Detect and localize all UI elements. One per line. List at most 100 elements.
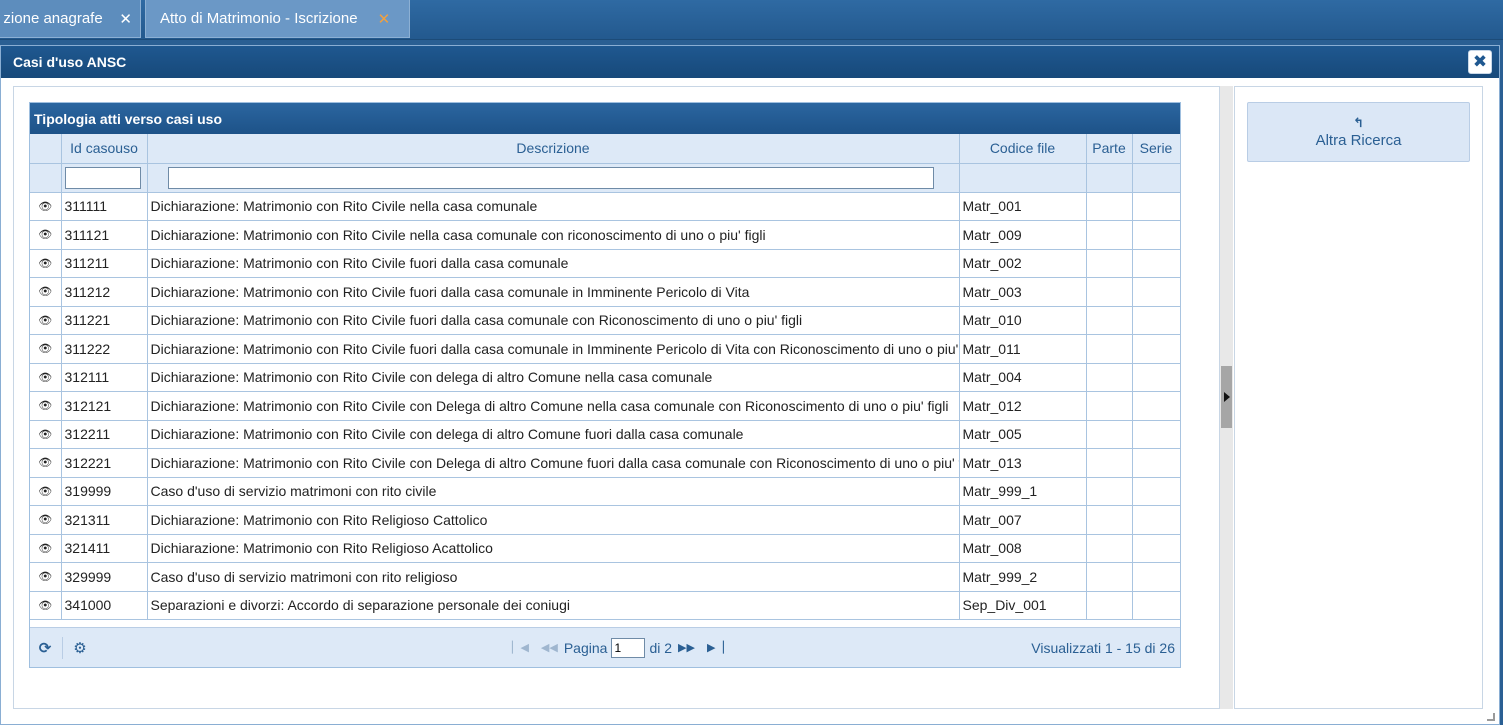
cell-id: 341000	[61, 591, 148, 620]
altra-ricerca-button[interactable]: ↰ Altra Ricerca	[1247, 102, 1470, 162]
view-eye-icon[interactable]: 👁	[30, 420, 62, 449]
cell-parte	[1086, 249, 1133, 278]
cell-descrizione: Dichiarazione: Matrimonio con Rito Civil…	[147, 249, 960, 278]
table-row[interactable]: 👁 311111 Dichiarazione: Matrimonio con Rit…	[30, 192, 1181, 221]
table-row[interactable]: 👁 312111 Dichiarazione: Matrimonio con Rit…	[30, 363, 1181, 392]
column-header-serie[interactable]: Serie	[1132, 134, 1181, 164]
view-eye-icon[interactable]: 👁	[30, 220, 62, 250]
cell-parte	[1086, 534, 1133, 563]
column-header-codice-file[interactable]: Codice file	[959, 134, 1087, 164]
cell-codice-file: Matr_007	[959, 505, 1087, 535]
cell-codice-file: Matr_001	[959, 192, 1087, 221]
splitter-toggle-icon[interactable]	[1221, 366, 1232, 428]
close-icon[interactable]: ✕	[378, 10, 391, 28]
cell-id: 319999	[61, 477, 148, 506]
cell-parte	[1086, 220, 1133, 250]
table-row[interactable]: 👁 312211 Dichiarazione: Matrimonio con Rit…	[30, 420, 1181, 449]
view-eye-icon[interactable]: 👁	[30, 306, 62, 335]
cell-id: 312221	[61, 448, 148, 478]
cell-descrizione: Dichiarazione: Matrimonio con Rito Civil…	[147, 391, 960, 421]
cell-serie	[1132, 448, 1181, 478]
cell-id: 321411	[61, 534, 148, 563]
cell-serie	[1132, 420, 1181, 449]
view-eye-icon[interactable]: 👁	[30, 534, 62, 563]
view-eye-icon[interactable]: 👁	[30, 591, 62, 620]
altra-ricerca-label: Altra Ricerca	[1315, 131, 1402, 149]
cell-parte	[1086, 591, 1133, 620]
view-eye-icon[interactable]: 👁	[30, 363, 62, 392]
gear-icon[interactable]: ⚙	[69, 639, 91, 657]
table-row[interactable]: 👁 311211 Dichiarazione: Matrimonio con Rit…	[30, 249, 1181, 278]
pane-splitter[interactable]	[1220, 86, 1233, 709]
table-row[interactable]: 👁 311222 Dichiarazione: Matrimonio con Rit…	[30, 334, 1181, 364]
filter-id-input[interactable]	[64, 166, 141, 189]
grid-caption: Tipologia atti verso casi uso	[30, 103, 1180, 134]
cell-id: 311111	[61, 192, 148, 221]
cell-codice-file: Matr_003	[959, 277, 1087, 307]
column-header-id[interactable]: Id casouso	[61, 134, 148, 164]
close-icon[interactable]: ✕	[119, 10, 132, 28]
table-row[interactable]: 👁 341000 Separazioni e divorzi: Accordo di…	[30, 591, 1181, 620]
tab-anagrafe[interactable]: zione anagrafe ✕	[0, 0, 141, 38]
cell-parte	[1086, 277, 1133, 307]
cell-parte	[1086, 391, 1133, 421]
table-row[interactable]: 👁 321411 Dichiarazione: Matrimonio con Rit…	[30, 534, 1181, 563]
resize-grip-icon[interactable]	[1487, 713, 1495, 721]
table-row[interactable]: 👁 312221 Dichiarazione: Matrimonio con Rit…	[30, 448, 1181, 478]
cell-serie	[1132, 363, 1181, 392]
table-row[interactable]: 👁 311121 Dichiarazione: Matrimonio con Rit…	[30, 220, 1181, 250]
column-header-parte[interactable]: Parte	[1086, 134, 1133, 164]
cell-serie	[1132, 306, 1181, 335]
view-eye-icon[interactable]: 👁	[30, 448, 62, 478]
cell-parte	[1086, 363, 1133, 392]
cell-codice-file: Matr_002	[959, 249, 1087, 278]
view-eye-icon[interactable]: 👁	[30, 249, 62, 278]
cell-parte	[1086, 420, 1133, 449]
back-arrow-icon: ↰	[1353, 114, 1364, 130]
tab-strip: zione anagrafe ✕ Atto di Matrimonio - Is…	[0, 0, 1503, 40]
dialog-close-button[interactable]: ✖	[1468, 50, 1492, 74]
column-header-descrizione[interactable]: Descrizione	[147, 134, 960, 164]
table-row[interactable]: 👁 311221 Dichiarazione: Matrimonio con Rit…	[30, 306, 1181, 335]
table-row[interactable]: 👁 319999 Caso d'uso di servizio matrimoni …	[30, 477, 1181, 506]
column-header-actions	[30, 134, 62, 164]
view-eye-icon[interactable]: 👁	[30, 277, 62, 307]
view-eye-icon[interactable]: 👁	[30, 391, 62, 421]
cell-codice-file: Sep_Div_001	[959, 591, 1087, 620]
page-input[interactable]	[611, 637, 646, 658]
dialog-titlebar: Casi d'uso ANSC ✖	[1, 46, 1499, 78]
cell-descrizione: Dichiarazione: Matrimonio con Rito Civil…	[147, 192, 960, 221]
next-page-icon[interactable]: ▶▶	[678, 641, 695, 654]
cell-serie	[1132, 192, 1181, 221]
table-row[interactable]: 👁 329999 Caso d'uso di servizio matrimoni …	[30, 562, 1181, 592]
tab-atto-matrimonio[interactable]: Atto di Matrimonio - Iscrizione ✕	[145, 0, 410, 38]
cell-codice-file: Matr_999_2	[959, 562, 1087, 592]
cell-parte	[1086, 477, 1133, 506]
cell-descrizione: Dichiarazione: Matrimonio con Rito Civil…	[147, 363, 960, 392]
cell-descrizione: Caso d'uso di servizio matrimoni con rit…	[147, 562, 960, 592]
cell-codice-file: Matr_011	[959, 334, 1087, 364]
cell-codice-file: Matr_013	[959, 448, 1087, 478]
records-summary: Visualizzati 1 - 15 di 26	[1031, 639, 1175, 656]
page-label: Pagina	[563, 639, 608, 656]
view-eye-icon[interactable]: 👁	[30, 505, 62, 535]
table-row[interactable]: 👁 312121 Dichiarazione: Matrimonio con Rit…	[30, 391, 1181, 421]
filter-descrizione-input[interactable]	[167, 166, 934, 189]
last-page-icon[interactable]: ▶▕	[707, 641, 724, 654]
first-page-icon[interactable]: ▏◀	[512, 641, 529, 654]
view-eye-icon[interactable]: 👁	[30, 334, 62, 364]
table-row[interactable]: 👁 321311 Dichiarazione: Matrimonio con Rit…	[30, 505, 1181, 535]
previous-page-icon[interactable]: ◀◀	[541, 641, 558, 654]
view-eye-icon[interactable]: 👁	[30, 192, 62, 221]
refresh-icon[interactable]: ⟳	[34, 639, 56, 657]
dialog-casi-uso: Casi d'uso ANSC ✖ Tipologia atti verso c…	[0, 45, 1500, 725]
right-pane: ↰ Altra Ricerca	[1234, 86, 1483, 709]
cell-id: 312211	[61, 420, 148, 449]
view-eye-icon[interactable]: 👁	[30, 562, 62, 592]
cell-codice-file: Matr_010	[959, 306, 1087, 335]
cell-id: 312111	[61, 363, 148, 392]
view-eye-icon[interactable]: 👁	[30, 477, 62, 506]
grid-table: Id casouso Descrizione Codice file Parte…	[30, 134, 1181, 620]
table-row[interactable]: 👁 311212 Dichiarazione: Matrimonio con Rit…	[30, 277, 1181, 307]
cell-parte	[1086, 448, 1133, 478]
